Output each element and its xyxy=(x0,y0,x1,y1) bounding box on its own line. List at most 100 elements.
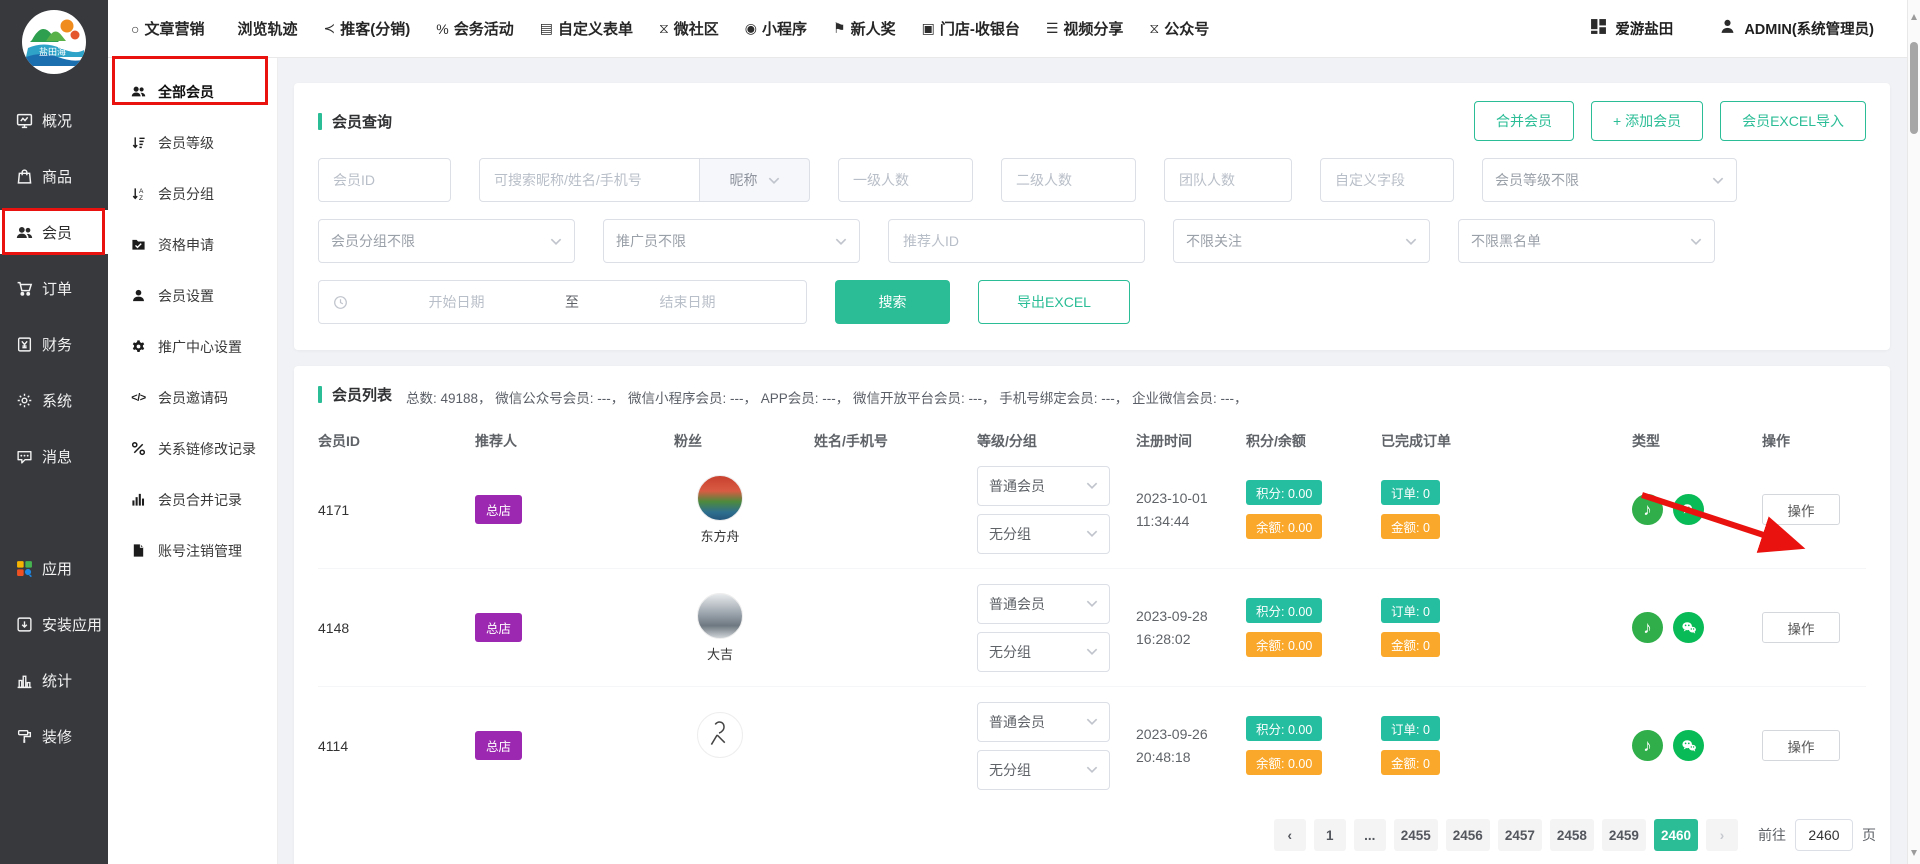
top-nav-item[interactable]: ▤ 自定义表单 xyxy=(540,18,633,39)
submenu-item[interactable]: 推广中心设置 xyxy=(108,321,277,372)
submenu-item[interactable]: 会员合并记录 xyxy=(108,474,277,525)
submenu-item-label: 会员等级 xyxy=(158,133,214,153)
chevron-down-icon xyxy=(1405,238,1417,245)
sidebar-item[interactable]: 装修 xyxy=(0,714,108,758)
avatar[interactable] xyxy=(697,593,743,639)
page-number-button[interactable]: 2455 xyxy=(1394,819,1438,851)
top-nav-item[interactable]: ○ 文章营销 xyxy=(131,18,204,39)
member-admin-app: 盐田海 概况 商品 会员 xyxy=(0,0,1920,864)
member-type-note-icon: ♪ xyxy=(1632,494,1663,525)
add-member-button[interactable]: + 添加会员 xyxy=(1591,101,1703,141)
page-number-button[interactable]: ... xyxy=(1354,819,1386,851)
top-nav-item[interactable]: ☰ 视频分享 xyxy=(1046,18,1124,39)
row-action-button[interactable]: 操作 xyxy=(1762,730,1840,761)
form-icon: ▤ xyxy=(540,20,553,37)
member-type-note-icon: ♪ xyxy=(1632,612,1663,643)
submenu-item[interactable]: AZ 会员分组 xyxy=(108,168,277,219)
grade-dropdown[interactable]: 普通会员 xyxy=(977,702,1110,742)
sidebar-item[interactable]: 系统 xyxy=(0,378,108,422)
export-excel-button[interactable]: 导出EXCEL xyxy=(978,280,1130,324)
team-count-input[interactable] xyxy=(1164,158,1292,202)
scrollbar-thumb[interactable] xyxy=(1910,42,1918,134)
submenu-item[interactable]: 资格申请 xyxy=(108,219,277,270)
grade-dropdown[interactable]: 普通会员 xyxy=(977,466,1110,506)
date-range-picker[interactable]: 开始日期 至 结束日期 xyxy=(318,280,807,324)
search-button[interactable]: 搜索 xyxy=(835,280,950,324)
row-action-button[interactable]: 操作 xyxy=(1762,612,1840,643)
col-action: 操作 xyxy=(1762,431,1866,451)
sidebar-item[interactable]: 统计 xyxy=(0,658,108,702)
top-nav-item[interactable]: ⧖ 微社区 xyxy=(659,18,719,39)
group-dropdown[interactable]: 无分组 xyxy=(977,632,1110,672)
avatar[interactable] xyxy=(697,712,743,758)
page-number-button[interactable]: 1 xyxy=(1314,819,1346,851)
submenu-item[interactable]: 账号注销管理 xyxy=(108,525,277,576)
next-page-button[interactable]: › xyxy=(1706,819,1738,851)
member-id-input[interactable] xyxy=(318,158,451,202)
keyword-input[interactable] xyxy=(479,158,700,202)
top-nav-item[interactable]: % 会务活动 xyxy=(436,18,513,39)
balance-badge: 余额: 0.00 xyxy=(1246,514,1322,539)
referrer-badge: 总店 xyxy=(475,613,522,642)
sidebar-item[interactable]: 概况 xyxy=(0,98,108,142)
top-nav-item[interactable]: ≺ 推客(分销) xyxy=(324,18,411,39)
merchant-switcher[interactable]: 爱游盐田 xyxy=(1590,18,1673,39)
prev-page-button[interactable]: ‹ xyxy=(1274,819,1306,851)
sidebar-item-label: 系统 xyxy=(42,390,72,411)
sidebar-item-label: 财务 xyxy=(42,334,72,355)
admin-account[interactable]: ADMIN(系统管理员) xyxy=(1719,18,1874,39)
sidebar-item[interactable]: 商品 xyxy=(0,154,108,198)
merge-members-button[interactable]: 合并会员 xyxy=(1474,101,1574,141)
goto-page-input[interactable] xyxy=(1795,819,1853,851)
page-number-button[interactable]: 2456 xyxy=(1446,819,1490,851)
submenu-item[interactable]: </> 会员邀请码 xyxy=(108,372,277,423)
col-reg-time: 注册时间 xyxy=(1136,431,1246,451)
group-dropdown[interactable]: 无分组 xyxy=(977,514,1110,554)
scroll-up-icon[interactable] xyxy=(1911,14,1917,20)
submenu-item[interactable]: 关系链修改记录 xyxy=(108,423,277,474)
page-number-button[interactable]: 2460 xyxy=(1654,819,1698,851)
grade-dropdown[interactable]: 普通会员 xyxy=(977,584,1110,624)
custom-field-input[interactable] xyxy=(1320,158,1454,202)
sidebar-item[interactable]: 应用 xyxy=(0,546,108,590)
group-dropdown[interactable]: 无分组 xyxy=(977,750,1110,790)
page-number-button[interactable]: 2458 xyxy=(1550,819,1594,851)
brand-logo[interactable]: 盐田海 xyxy=(22,10,86,74)
chevron-down-icon xyxy=(1086,482,1098,489)
group-select[interactable]: 会员分组不限 xyxy=(318,219,575,263)
sidebar-item[interactable]: 消息 xyxy=(0,434,108,478)
page-scrollbar[interactable] xyxy=(1907,0,1920,864)
sidebar-item[interactable]: 会员 xyxy=(0,210,108,254)
level1-count-input[interactable] xyxy=(838,158,973,202)
promoter-select[interactable]: 推广员不限 xyxy=(603,219,860,263)
submenu-item[interactable]: 会员设置 xyxy=(108,270,277,321)
grade-select[interactable]: 会员等级不限 xyxy=(1482,158,1737,202)
keyword-type-select[interactable]: 昵称 xyxy=(700,158,810,202)
submenu-item-label: 会员设置 xyxy=(158,286,214,306)
table-row: 4148 总店 大吉 普通会员 xyxy=(318,569,1866,687)
submenu-item[interactable]: 会员等级 xyxy=(108,117,277,168)
page-number-button[interactable]: 2459 xyxy=(1602,819,1646,851)
top-nav-item[interactable]: ⧖ 公众号 xyxy=(1149,18,1209,39)
member-submenu: 全部会员 会员等级 AZ 会员分组 资格申请 xyxy=(108,58,278,864)
page-number-button[interactable]: 2457 xyxy=(1498,819,1542,851)
sidebar-item[interactable]: 安装应用 xyxy=(0,602,108,646)
sidebar-item[interactable]: 订单 xyxy=(0,266,108,310)
top-nav-item[interactable]: ▣ 门店-收银台 xyxy=(922,18,1020,39)
row-action-button[interactable]: 操作 xyxy=(1762,494,1840,525)
top-nav-item[interactable]: ◉ 小程序 xyxy=(745,18,807,39)
referrer-id-input[interactable] xyxy=(888,219,1145,263)
submenu-item[interactable]: 全部会员 xyxy=(108,66,277,117)
top-nav-item[interactable]: ⚑ 新人奖 xyxy=(833,18,896,39)
follow-select[interactable]: 不限关注 xyxy=(1173,219,1430,263)
member-table-body: 4171 总店 东方舟 普通会员 xyxy=(318,451,1866,805)
scroll-down-icon[interactable] xyxy=(1911,850,1917,856)
top-nav-item[interactable]: 浏览轨迹 xyxy=(230,18,297,39)
level2-count-input[interactable] xyxy=(1001,158,1136,202)
blacklist-select[interactable]: 不限黑名单 xyxy=(1458,219,1715,263)
search-card-title: 会员查询 xyxy=(318,111,392,132)
avatar[interactable] xyxy=(697,475,743,521)
excel-import-button[interactable]: 会员EXCEL导入 xyxy=(1720,101,1866,141)
sidebar-item[interactable]: 财务 xyxy=(0,322,108,366)
chevron-down-icon xyxy=(550,238,562,245)
